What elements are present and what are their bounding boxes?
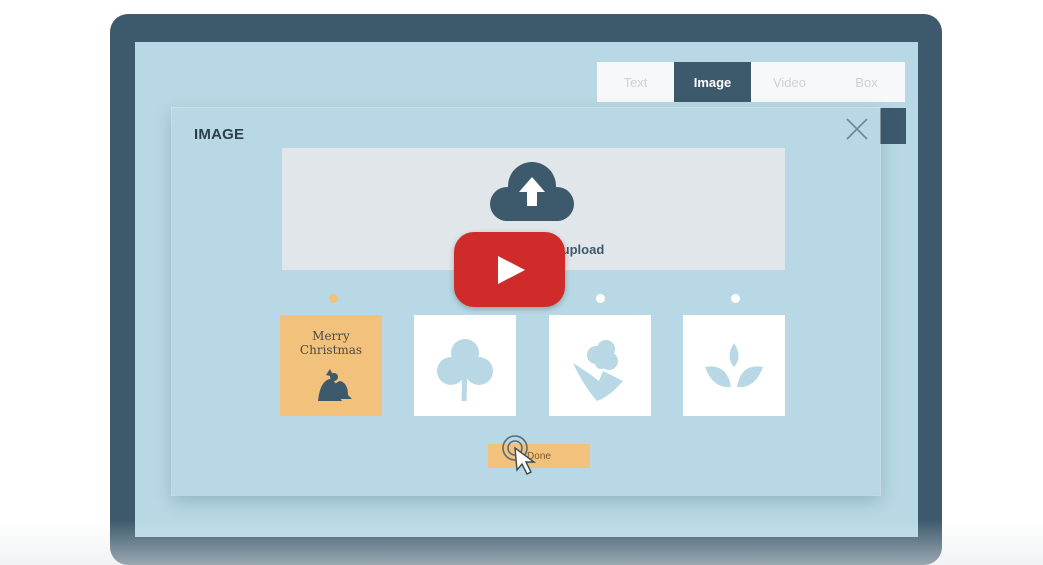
tab-box[interactable]: Box xyxy=(828,62,905,102)
close-icon xyxy=(846,118,868,140)
tab-video[interactable]: Video xyxy=(751,62,828,102)
thumbnail-flower[interactable] xyxy=(549,315,651,416)
play-icon xyxy=(498,256,525,284)
video-play-button[interactable] xyxy=(454,232,565,307)
tab-text[interactable]: Text xyxy=(597,62,674,102)
clover-icon xyxy=(437,339,493,402)
modal-title: IMAGE xyxy=(194,126,245,143)
cloud-upload-icon xyxy=(490,162,574,221)
click-cursor-icon xyxy=(502,435,537,475)
thumb-indicator-3 xyxy=(596,294,605,303)
thumb-indicator-4 xyxy=(731,294,740,303)
panel-edge xyxy=(880,108,906,144)
flower-icon xyxy=(573,340,623,401)
tab-bar: Text Image Video Box xyxy=(597,62,905,102)
thumbnail-merry-christmas[interactable]: Merry Christmas xyxy=(280,315,382,416)
thumbnail-leaves[interactable] xyxy=(683,315,785,416)
bells-icon xyxy=(318,369,352,401)
thumb-indicator-1 xyxy=(329,294,338,303)
tab-image[interactable]: Image xyxy=(674,62,751,102)
close-button[interactable] xyxy=(844,116,870,142)
leaves-icon xyxy=(705,343,763,388)
thumbnail-clover[interactable] xyxy=(414,315,516,416)
